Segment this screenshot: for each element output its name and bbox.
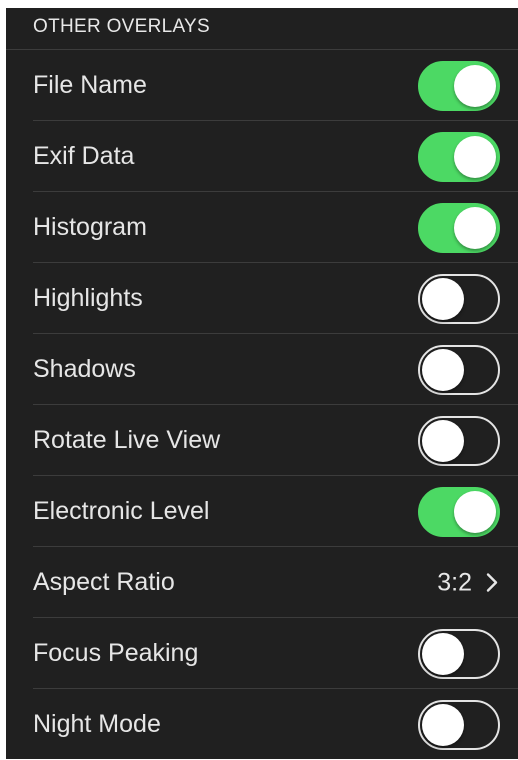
- aspect-ratio-value-group[interactable]: 3:2: [437, 568, 498, 597]
- setting-row-histogram: Histogram: [6, 192, 518, 263]
- setting-row-focus-peaking: Focus Peaking: [6, 618, 518, 689]
- aspect-ratio-value: 3:2: [437, 568, 472, 596]
- histogram-toggle[interactable]: [418, 202, 500, 253]
- toggle-knob: [454, 135, 496, 178]
- setting-label: Electronic Level: [33, 497, 210, 525]
- setting-label: Rotate Live View: [33, 426, 221, 454]
- settings-list: File Name Exif Data Histogram Highlights: [6, 50, 518, 760]
- setting-label: File Name: [33, 71, 147, 99]
- setting-label: Highlights: [33, 284, 143, 312]
- rotate-live-view-toggle[interactable]: [418, 415, 500, 466]
- setting-label: Focus Peaking: [33, 639, 199, 667]
- highlights-toggle[interactable]: [418, 273, 500, 324]
- exif-data-toggle[interactable]: [418, 131, 500, 182]
- toggle-knob: [422, 632, 464, 675]
- setting-label: Aspect Ratio: [33, 568, 175, 596]
- setting-row-exif-data: Exif Data: [6, 121, 518, 192]
- setting-row-highlights: Highlights: [6, 263, 518, 334]
- setting-label: Histogram: [33, 213, 147, 241]
- toggle-knob: [454, 206, 496, 249]
- setting-label: Night Mode: [33, 710, 161, 738]
- toggle-knob: [422, 703, 464, 746]
- toggle-knob: [422, 419, 464, 462]
- setting-row-rotate-live-view: Rotate Live View: [6, 405, 518, 476]
- electronic-level-toggle[interactable]: [418, 486, 500, 537]
- setting-row-aspect-ratio[interactable]: Aspect Ratio 3:2: [6, 547, 518, 618]
- setting-label: Exif Data: [33, 142, 135, 170]
- toggle-knob: [454, 490, 496, 533]
- setting-row-electronic-level: Electronic Level: [6, 476, 518, 547]
- setting-label: Shadows: [33, 355, 136, 383]
- section-header: OTHER OVERLAYS: [6, 8, 518, 50]
- toggle-knob: [422, 348, 464, 391]
- focus-peaking-toggle[interactable]: [418, 628, 500, 679]
- file-name-toggle[interactable]: [418, 60, 500, 111]
- chevron-right-icon: [486, 573, 498, 592]
- setting-row-file-name: File Name: [6, 50, 518, 121]
- night-mode-toggle[interactable]: [418, 699, 500, 750]
- shadows-toggle[interactable]: [418, 344, 500, 395]
- toggle-knob: [454, 64, 496, 107]
- setting-row-night-mode: Night Mode: [6, 689, 518, 760]
- overlays-settings-panel: OTHER OVERLAYS File Name Exif Data Histo…: [6, 8, 518, 759]
- toggle-knob: [422, 277, 464, 320]
- setting-row-shadows: Shadows: [6, 334, 518, 405]
